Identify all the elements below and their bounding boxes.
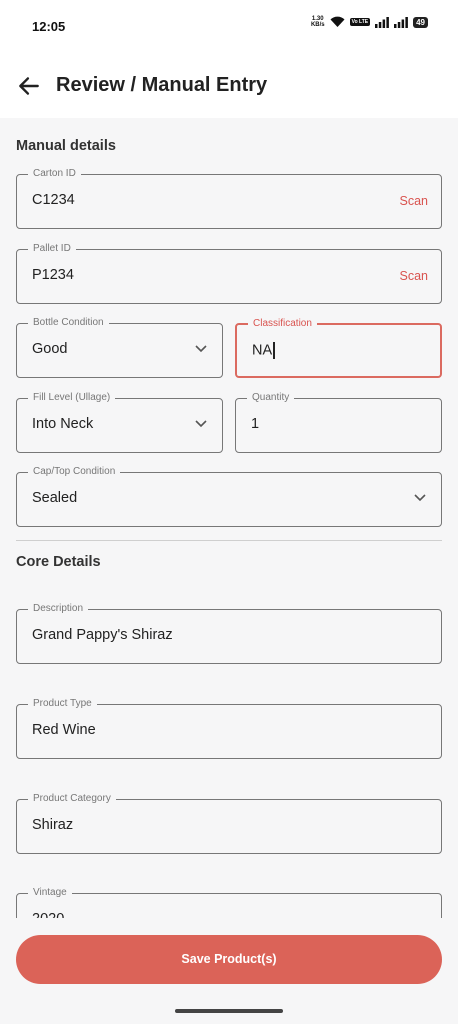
description-field[interactable]: Description Grand Pappy's Shiraz <box>16 603 442 664</box>
bottle-condition-value: Good <box>32 341 68 357</box>
form-content[interactable]: Manual details Carton ID C1234 Scan Pall… <box>0 118 458 918</box>
wifi-icon <box>330 16 345 27</box>
product-category-label: Product Category <box>28 793 116 805</box>
fill-level-value: Into Neck <box>32 416 94 432</box>
pallet-id-field[interactable]: Pallet ID P1234 Scan <box>16 243 442 304</box>
signal-icon <box>394 16 408 28</box>
product-type-value[interactable]: Red Wine <box>32 722 96 738</box>
home-indicator[interactable] <box>175 1009 283 1013</box>
pallet-id-label: Pallet ID <box>28 243 76 255</box>
vintage-label: Vintage <box>28 887 72 899</box>
cap-condition-value: Sealed <box>32 490 78 506</box>
classification-field[interactable]: Classification NA <box>235 318 442 378</box>
status-bar: 12:05 1.30 KB/s Vo LTE 49 <box>0 0 458 54</box>
net-speed: 1.30 KB/s <box>310 16 325 28</box>
description-label: Description <box>28 603 89 615</box>
bottle-condition-label: Bottle Condition <box>28 317 109 329</box>
scan-carton-button[interactable]: Scan <box>400 194 429 208</box>
product-category-field[interactable]: Product Category Shiraz <box>16 793 442 854</box>
fill-level-label: Fill Level (Ullage) <box>28 392 116 404</box>
section-divider <box>16 540 442 541</box>
quantity-field[interactable]: Quantity 1 <box>235 392 442 453</box>
section-heading-core-details: Core Details <box>16 554 101 570</box>
scan-pallet-button[interactable]: Scan <box>400 269 429 283</box>
status-icons: 1.30 KB/s Vo LTE 49 <box>311 16 428 28</box>
chevron-down-icon[interactable] <box>194 344 208 354</box>
product-type-label: Product Type <box>28 698 97 710</box>
classification-label: Classification <box>248 318 317 330</box>
battery-icon: 49 <box>413 16 428 28</box>
chevron-down-icon[interactable] <box>194 419 208 429</box>
page-title: Review / Manual Entry <box>56 74 268 96</box>
vintage-value[interactable]: 2020 <box>32 911 64 918</box>
chevron-down-icon[interactable] <box>413 493 427 503</box>
pallet-id-value[interactable]: P1234 <box>32 267 74 283</box>
description-value[interactable]: Grand Pappy's Shiraz <box>32 627 173 643</box>
fill-level-dropdown[interactable]: Fill Level (Ullage) Into Neck <box>16 392 223 453</box>
back-arrow-icon[interactable] <box>16 73 42 99</box>
product-category-value[interactable]: Shiraz <box>32 817 73 833</box>
vintage-field[interactable]: Vintage 2020 <box>16 887 442 918</box>
carton-id-value[interactable]: C1234 <box>32 192 75 208</box>
quantity-label: Quantity <box>247 392 295 404</box>
cap-condition-dropdown[interactable]: Cap/Top Condition Sealed <box>16 466 442 527</box>
product-type-field[interactable]: Product Type Red Wine <box>16 698 442 759</box>
section-heading-manual-details: Manual details <box>16 138 116 154</box>
carton-id-label: Carton ID <box>28 168 81 180</box>
signal-icon <box>375 16 389 28</box>
quantity-value[interactable]: 1 <box>251 416 259 432</box>
cap-condition-label: Cap/Top Condition <box>28 466 121 478</box>
volte-badge: Vo LTE <box>349 18 371 26</box>
text-cursor <box>273 342 275 359</box>
classification-input[interactable]: NA <box>252 342 275 359</box>
carton-id-field[interactable]: Carton ID C1234 Scan <box>16 168 442 229</box>
save-products-button[interactable]: Save Product(s) <box>16 935 442 984</box>
status-time: 12:05 <box>32 19 66 34</box>
bottle-condition-dropdown[interactable]: Bottle Condition Good <box>16 317 223 378</box>
app-bar: Review / Manual Entry <box>0 54 458 118</box>
